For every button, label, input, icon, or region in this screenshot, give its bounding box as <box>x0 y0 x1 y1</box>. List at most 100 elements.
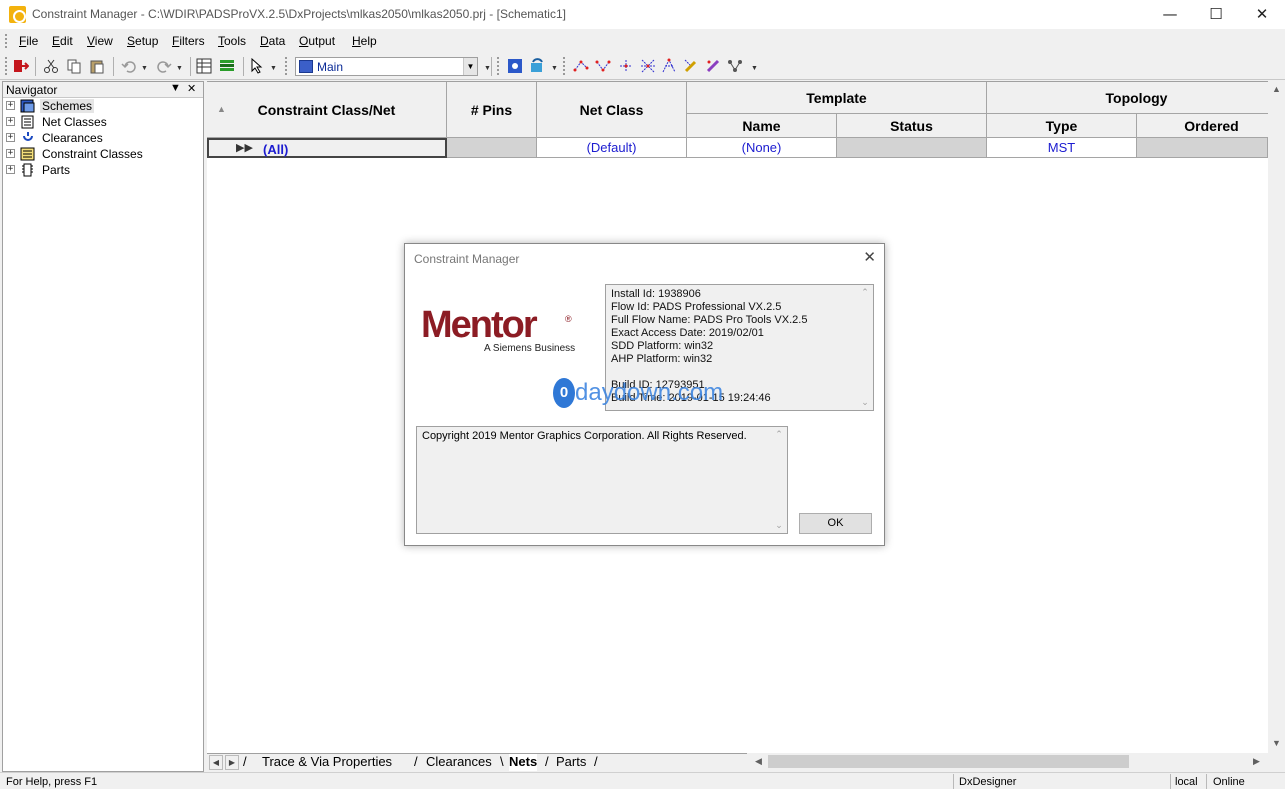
row-all-class-net[interactable]: ▶▶ (All) <box>207 138 447 158</box>
header-name[interactable]: Name <box>687 114 837 138</box>
maximize-button[interactable]: ☐ <box>1193 0 1239 29</box>
pen-topology-icon[interactable] <box>705 58 721 74</box>
topology-daisy-icon[interactable] <box>595 58 611 74</box>
tab-nets[interactable]: Nets <box>509 754 538 771</box>
toolbar-grip[interactable] <box>285 57 288 75</box>
copyright-scrollbar[interactable]: ⌃ ⌄ <box>771 427 787 533</box>
topology-star-icon[interactable] <box>618 58 634 74</box>
scheme-selector[interactable]: Main ▼ <box>295 57 478 76</box>
scheme-toolbar-dropdown-icon[interactable]: ▼ <box>484 65 491 72</box>
header-status[interactable]: Status <box>837 114 987 138</box>
update-icon[interactable] <box>529 58 545 74</box>
header-topology[interactable]: Topology <box>987 82 1285 114</box>
update-dropdown-icon[interactable]: ▼ <box>551 65 558 72</box>
logo-wordmark: Mentor <box>421 304 538 346</box>
expand-all-icon[interactable]: ▶▶ <box>236 139 253 158</box>
row-all-pins[interactable] <box>447 138 537 158</box>
cut-icon[interactable] <box>43 58 59 74</box>
menubar-grip[interactable] <box>5 34 8 48</box>
scroll-down-icon[interactable]: ▼ <box>1268 738 1285 748</box>
menu-data[interactable]: Data <box>260 34 285 48</box>
copy-icon[interactable] <box>66 58 82 74</box>
info-scroll-down-icon[interactable]: ⌄ <box>857 397 873 408</box>
menu-output[interactable]: Output <box>299 34 335 48</box>
row-all-topology-type[interactable]: MST <box>987 138 1137 158</box>
expand-icon[interactable]: + <box>6 165 15 174</box>
row-all-net-class[interactable]: (Default) <box>537 138 687 158</box>
redo-dropdown-icon[interactable]: ▼ <box>176 65 183 72</box>
info-scrollbar[interactable]: ⌃ ⌄ <box>857 285 873 410</box>
menu-edit[interactable]: Edit <box>52 34 73 48</box>
scroll-right-icon[interactable]: ▶ <box>1248 756 1265 767</box>
menu-filters[interactable]: Filters <box>172 34 205 48</box>
horizontal-scroll-thumb[interactable] <box>768 755 1129 768</box>
scroll-left-icon[interactable]: ◀ <box>750 756 767 767</box>
redo-icon[interactable] <box>156 58 172 74</box>
layers-icon[interactable] <box>219 58 235 74</box>
tab-trace-via-properties[interactable]: Trace & Via Properties <box>262 754 392 771</box>
toolbar-separator <box>243 57 244 76</box>
spreadsheet-icon[interactable] <box>196 58 212 74</box>
tab-next-icon[interactable]: ▶ <box>225 755 239 770</box>
menu-help[interactable]: Help <box>352 34 377 48</box>
scheme-dropdown-arrow-icon[interactable]: ▼ <box>463 58 477 75</box>
header-pins[interactable]: # Pins <box>447 82 537 138</box>
expand-icon[interactable]: + <box>6 117 15 126</box>
topology-mst-icon[interactable] <box>573 58 589 74</box>
copyright-box[interactable]: Copyright 2019 Mentor Graphics Corporati… <box>416 426 788 534</box>
select-pointer-icon[interactable] <box>249 58 265 74</box>
net-connect-icon[interactable] <box>727 58 743 74</box>
tab-clearances[interactable]: Clearances <box>426 754 492 771</box>
row-all-topology-ordered[interactable] <box>1137 138 1268 158</box>
scroll-up-icon[interactable]: ▲ <box>1268 84 1285 94</box>
expand-icon[interactable]: + <box>6 101 15 110</box>
navigator-header: Navigator ▼ ✕ <box>3 82 203 98</box>
copyright-scroll-up-icon[interactable]: ⌃ <box>771 429 787 440</box>
navigator-close-icon[interactable]: ✕ <box>187 82 196 95</box>
header-type[interactable]: Type <box>987 114 1137 138</box>
select-dropdown-icon[interactable]: ▼ <box>270 65 277 72</box>
undo-icon[interactable] <box>121 58 137 74</box>
header-constraint-class-net[interactable]: ▲ Constraint Class/Net <box>207 82 447 138</box>
menu-tools[interactable]: Tools <box>218 34 246 48</box>
tab-parts[interactable]: Parts <box>556 754 586 771</box>
exit-icon[interactable] <box>13 58 29 74</box>
scheme-icon <box>299 60 313 73</box>
info-scroll-up-icon[interactable]: ⌃ <box>857 287 873 298</box>
tab-prev-icon[interactable]: ◀ <box>209 755 223 770</box>
topology-custom-icon[interactable] <box>640 58 656 74</box>
row-all-template-status[interactable] <box>837 138 987 158</box>
navigator-pin-icon[interactable]: ▼ <box>170 82 181 94</box>
topology-dropdown-icon[interactable]: ▼ <box>751 65 758 72</box>
menu-setup[interactable]: Setup <box>127 34 158 48</box>
row-all-template-name[interactable]: (None) <box>687 138 837 158</box>
ok-button[interactable]: OK <box>799 513 872 534</box>
paste-icon[interactable] <box>89 58 105 74</box>
header-template[interactable]: Template <box>687 82 987 114</box>
menu-file[interactable]: File <box>19 34 38 48</box>
dialog-close-icon[interactable]: ✕ <box>863 248 876 266</box>
edit-topology-icon[interactable] <box>683 58 699 74</box>
close-button[interactable]: ✕ <box>1239 0 1285 29</box>
topology-tree-icon[interactable] <box>661 58 677 74</box>
app-icon <box>9 6 26 23</box>
header-net-class[interactable]: Net Class <box>537 82 687 138</box>
toolbar-grip[interactable] <box>497 57 500 75</box>
toolbar-grip[interactable] <box>563 57 566 75</box>
minimize-button[interactable]: — <box>1147 0 1193 29</box>
expand-icon[interactable]: + <box>6 133 15 142</box>
header-ordered[interactable]: Ordered <box>1137 114 1285 138</box>
horizontal-scrollbar[interactable]: ◀ ▶ <box>748 753 1268 771</box>
watermark: 0 daydown.com <box>553 378 735 410</box>
expand-icon[interactable]: + <box>6 149 15 158</box>
undo-dropdown-icon[interactable]: ▼ <box>141 65 148 72</box>
status-separator <box>1170 774 1171 789</box>
status-help: For Help, press F1 <box>6 776 98 788</box>
toolbar-grip[interactable] <box>5 57 8 75</box>
copyright-scroll-down-icon[interactable]: ⌄ <box>771 520 787 531</box>
vertical-scrollbar[interactable]: ▲ ▼ <box>1268 81 1285 772</box>
title-bar: Constraint Manager - C:\WDIR\PADSProVX.2… <box>0 0 1285 29</box>
tab-sep-icon: / <box>594 754 598 769</box>
menu-view[interactable]: View <box>87 34 113 48</box>
scheme-manager-icon[interactable] <box>507 58 523 74</box>
